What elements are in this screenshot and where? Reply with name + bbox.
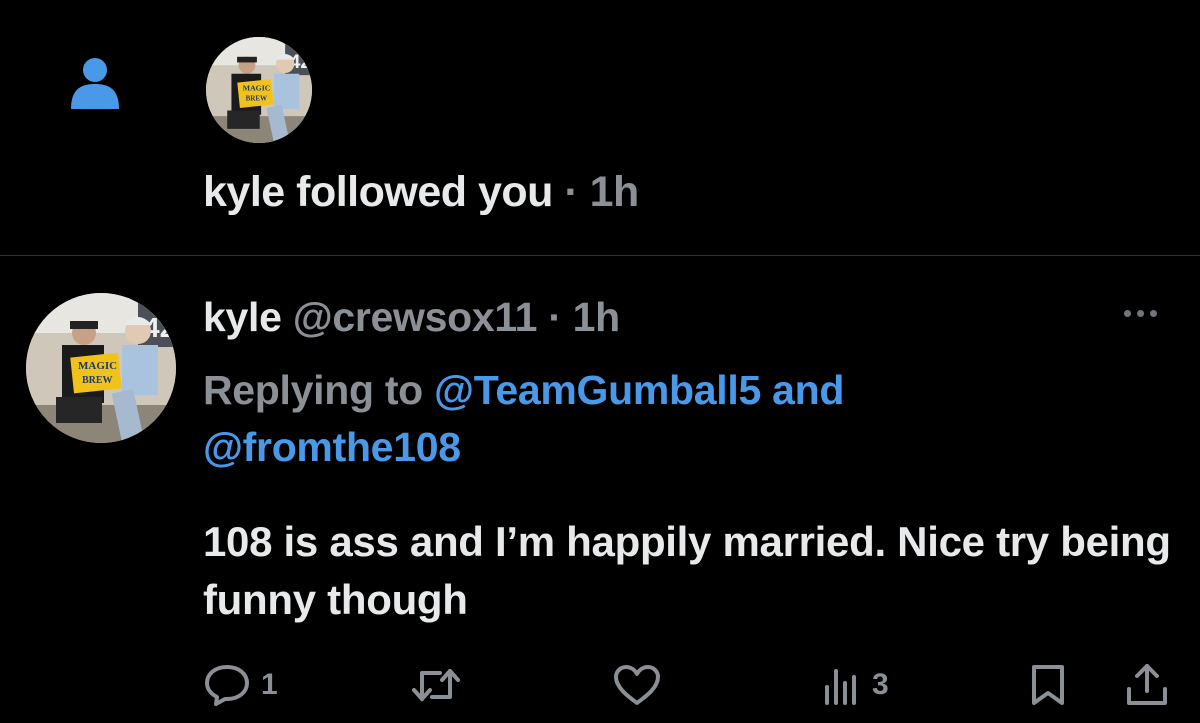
replying-to: Replying to @TeamGumball5 and @fromthe10…	[203, 362, 1163, 476]
tweet-header: kyle @crewsox11 · 1h	[203, 294, 620, 341]
views-button[interactable]: 3	[822, 663, 889, 707]
views-icon	[825, 669, 856, 705]
more-options-icon[interactable]	[1124, 303, 1170, 323]
reply-count: 1	[261, 668, 278, 701]
mention-fromthe108[interactable]: @fromthe108	[203, 424, 461, 470]
retweet-button[interactable]	[410, 663, 462, 707]
author-avatar[interactable]: 42 MAGIC BREW	[26, 293, 176, 443]
author-handle[interactable]: @crewsox11	[293, 294, 538, 340]
separator: ·	[552, 168, 590, 216]
mention-teamgumball5[interactable]: @TeamGumball5	[434, 367, 761, 413]
like-button[interactable]	[612, 663, 662, 707]
tweet-time[interactable]: 1h	[573, 294, 621, 340]
svg-text:BREW: BREW	[246, 95, 268, 103]
retweet-icon	[412, 669, 460, 701]
notification-time: 1h	[589, 168, 640, 216]
author-name[interactable]: kyle	[203, 294, 282, 340]
views-count: 3	[872, 668, 889, 701]
notification-message: kyle followed you	[203, 168, 553, 216]
svg-text:MAGIC: MAGIC	[243, 84, 271, 93]
svg-text:BREW: BREW	[82, 375, 113, 386]
replying-label: Replying to	[203, 367, 435, 413]
svg-text:MAGIC: MAGIC	[78, 360, 117, 372]
bookmark-button[interactable]	[1028, 663, 1068, 707]
follow-notification-text: kyle followed you · 1h	[203, 168, 639, 217]
tweet-text: 108 is ass and I’m happily married. Nice…	[203, 518, 1171, 623]
follower-avatar[interactable]: 42 MAGIC BREW	[206, 37, 312, 143]
share-button[interactable]	[1124, 661, 1170, 709]
replying-and[interactable]: and	[761, 367, 844, 413]
separator: ·	[537, 294, 573, 340]
reply-button[interactable]: 1	[203, 663, 278, 707]
bookmark-icon	[1032, 665, 1064, 705]
person-icon	[71, 58, 119, 109]
share-icon	[1127, 664, 1167, 705]
reply-icon	[205, 665, 249, 706]
heart-icon	[614, 665, 660, 705]
divider	[0, 255, 1200, 256]
